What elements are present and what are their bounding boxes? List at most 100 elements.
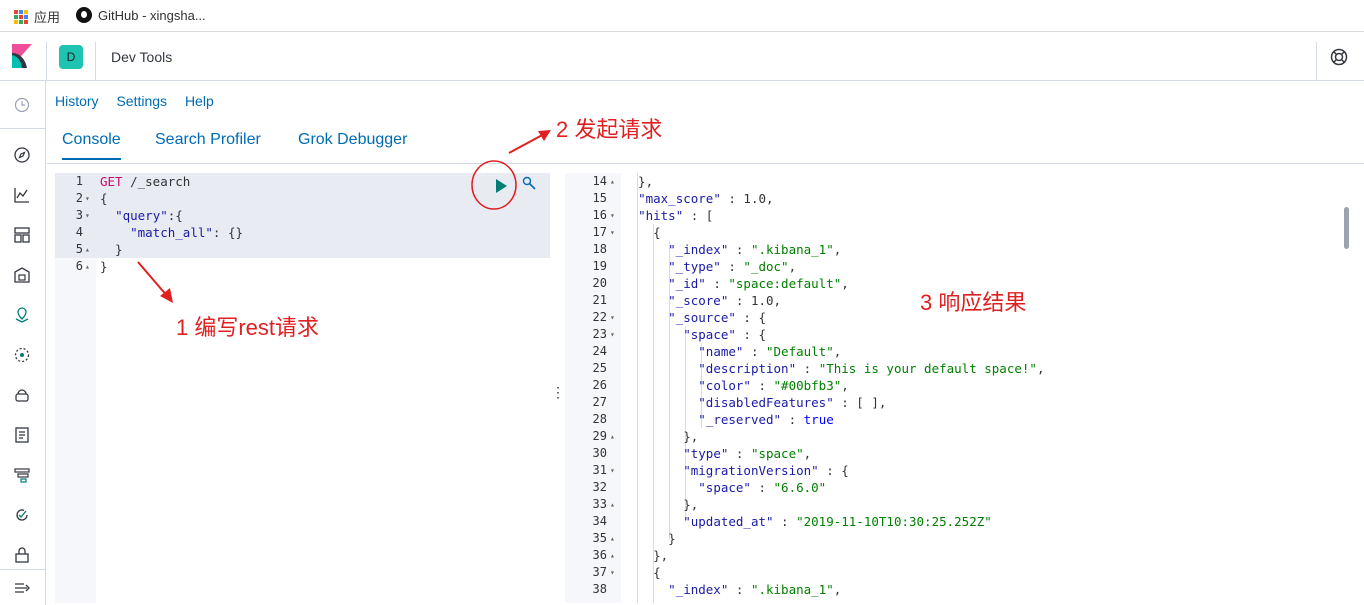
side-nav [0,81,46,605]
code-text: { [623,225,661,240]
output-line: 37 ▾ { [565,564,1345,581]
line-number: 22 [592,310,607,324]
nav-history-link[interactable]: History [55,93,99,109]
code-text: } [100,259,108,274]
fold-toggle-icon[interactable]: ▾ [610,564,615,581]
bookmark-github[interactable]: GitHub - xingsha... [76,7,206,23]
output-line: 18 "_index" : ".kibana_1", [565,241,1345,258]
code-text: "type" : "space", [683,446,812,461]
visualize-icon[interactable] [13,186,31,204]
fold-toggle-icon[interactable]: ▾ [610,326,615,343]
logs-icon[interactable] [13,426,31,444]
line-number: 4 [75,225,83,239]
fold-toggle-icon[interactable]: ▾ [610,207,615,224]
collapse-icon[interactable] [13,579,31,597]
fold-toggle-icon[interactable]: ▴ [85,241,90,258]
canvas-icon[interactable] [13,266,31,284]
line-number: 25 [592,361,607,375]
output-scrollbar[interactable] [1344,207,1349,249]
output-line: 16 ▾ "hits" : [ [565,207,1345,224]
compass-icon[interactable] [13,146,31,164]
editor-line: 3 ▾ "query":{ [55,207,550,224]
code-text: { [623,565,661,580]
top-nav-menu: History Settings Help [55,93,228,109]
header-divider [46,42,47,80]
fold-toggle-icon[interactable]: ▾ [85,207,90,224]
output-line: 22 ▾ "_source" : { [565,309,1345,326]
code-text: "_source" : { [668,310,766,325]
line-number: 6 [75,259,83,273]
maps-icon[interactable] [13,306,31,324]
header-divider [1316,42,1317,80]
editor-line: 6 ▴} [55,258,550,275]
fold-toggle-icon[interactable]: ▾ [85,190,90,207]
bookmarks-bar: 应用 GitHub - xingsha... [0,0,1364,32]
output-line: 32 "space" : "6.6.0" [565,479,1345,496]
app-header: D Dev Tools [0,32,1364,81]
infra-icon[interactable] [13,386,31,404]
fold-toggle-icon[interactable]: ▴ [610,530,615,547]
output-line: 31 ▾ "migrationVersion" : { [565,462,1345,479]
line-number: 18 [592,242,607,256]
fold-toggle-icon[interactable]: ▴ [610,496,615,513]
tab-search-profiler[interactable]: Search Profiler [155,131,261,149]
bookmark-apps[interactable]: 应用 [14,7,60,26]
code-text: "color" : "#00bfb3", [698,378,849,393]
fold-toggle-icon[interactable]: ▴ [610,547,615,564]
output-line: 24 "name" : "Default", [565,343,1345,360]
tab-grok-debugger[interactable]: Grok Debugger [298,131,407,149]
code-text: } [100,242,123,257]
fold-toggle-icon[interactable]: ▾ [610,224,615,241]
nav-collapse-bar[interactable] [0,569,46,605]
fold-toggle-icon[interactable]: ▴ [610,428,615,445]
code-text: }, [623,548,669,563]
output-line: 26 "color" : "#00bfb3", [565,377,1345,394]
fold-toggle-icon[interactable]: ▾ [610,309,615,326]
code-text: GET /_search [100,174,191,189]
apm-icon[interactable] [13,466,31,484]
output-line: 23 ▾ "space" : { [565,326,1345,343]
output-line: 33 ▴ }, [565,496,1345,513]
code-text: }, [623,174,654,189]
line-number: 5 [75,242,83,256]
send-request-button[interactable] [496,179,507,193]
line-number: 34 [592,514,607,528]
request-editor[interactable]: 1 GET /_search 2 ▾{3 ▾ "query":{4 "match_all… [55,173,550,603]
wrench-icon[interactable] [521,175,537,191]
code-text: "_type" : "_doc", [668,259,797,274]
dashboard-icon[interactable] [13,226,31,244]
security-icon[interactable] [13,546,31,564]
line-number: 29 [592,429,607,443]
output-line: 30 "type" : "space", [565,445,1345,462]
line-number: 38 [592,582,607,596]
code-text: "_index" : ".kibana_1", [668,582,842,597]
help-menu-icon[interactable] [1330,48,1348,66]
line-number: 37 [592,565,607,579]
tab-console[interactable]: Console [62,131,121,160]
line-number: 17 [592,225,607,239]
nav-help-link[interactable]: Help [185,93,214,109]
space-avatar[interactable]: D [59,45,83,69]
pane-resizer-icon[interactable]: ⋮ [551,384,565,401]
output-line: 27 "disabledFeatures" : [ ], [565,394,1345,411]
code-text: "name" : "Default", [698,344,842,359]
fold-toggle-icon[interactable]: ▾ [610,462,615,479]
line-number: 32 [592,480,607,494]
output-line: 34 "updated_at" : "2019-11-10T10:30:25.2… [565,513,1345,530]
editor-line: 4 "match_all": {} [55,224,550,241]
line-number: 16 [592,208,607,222]
code-text: }, [623,497,699,512]
line-number: 2 [75,191,83,205]
clock-icon[interactable] [13,96,31,114]
uptime-icon[interactable] [13,506,31,524]
nav-settings-link[interactable]: Settings [116,93,167,109]
kibana-logo-icon[interactable] [12,44,32,68]
line-number: 1 [75,174,83,188]
bookmark-label: 应用 [34,10,61,25]
response-output[interactable]: 14 ▴ }, 15 "max_score" : 1.0, 16 ▾ "hits" : … [565,173,1364,603]
code-text: "_reserved" : true [698,412,834,427]
line-number: 27 [592,395,607,409]
fold-toggle-icon[interactable]: ▴ [85,258,90,275]
fold-toggle-icon[interactable]: ▴ [610,173,615,190]
ml-icon[interactable] [13,346,31,364]
